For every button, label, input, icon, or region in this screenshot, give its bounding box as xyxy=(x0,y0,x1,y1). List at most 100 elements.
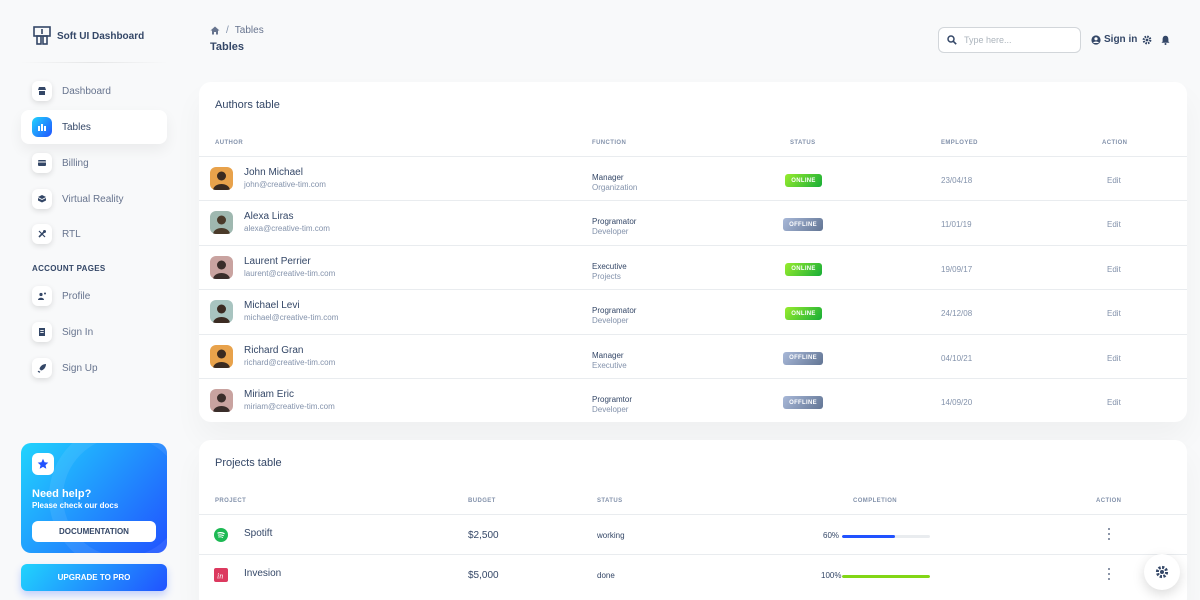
author-name: Richard Gran xyxy=(244,344,304,356)
edit-link[interactable]: Edit xyxy=(1107,398,1121,407)
upgrade-to-pro-button[interactable]: UPGRADE TO PRO xyxy=(21,564,167,591)
sidebar-item-virtual-reality[interactable]: Virtual Reality xyxy=(21,182,167,216)
settings-tools-icon xyxy=(32,224,52,244)
project-status: done xyxy=(597,571,615,580)
sidebar-item-dashboard[interactable]: Dashboard xyxy=(21,74,167,108)
author-name: Miriam Eric xyxy=(244,389,294,400)
sidebar-item-label: Tables xyxy=(62,121,91,133)
breadcrumb-separator: / xyxy=(226,25,229,36)
breadcrumb-current: Tables xyxy=(234,25,264,36)
status-badge: OFFLINE xyxy=(783,351,823,365)
search-input[interactable] xyxy=(964,35,1064,45)
author-function: Programtor xyxy=(592,395,633,404)
project-budget: $5,000 xyxy=(468,570,499,581)
column-header-function: FUNCTION xyxy=(592,140,627,146)
employed-date: 24/12/08 xyxy=(941,309,973,319)
spotify-icon xyxy=(214,528,228,542)
edit-link[interactable]: Edit xyxy=(1107,220,1121,229)
configurator-button[interactable] xyxy=(1144,554,1180,590)
gear-icon[interactable] xyxy=(1142,35,1152,45)
column-header-status: STATUS xyxy=(597,498,623,504)
author-department: Developer xyxy=(592,316,629,326)
author-name: Alexa Liras xyxy=(244,211,294,223)
sidebar-item-label: Dashboard xyxy=(62,85,111,97)
sidebar-item-label: Sign In xyxy=(62,326,94,338)
avatar xyxy=(210,167,233,190)
author-function: Executive xyxy=(592,261,627,271)
completion-bar xyxy=(842,535,930,538)
table-row: Miriam Eric miriam@creative-tim.com Prog… xyxy=(199,378,1187,422)
employed-date: 23/04/18 xyxy=(941,176,973,185)
search-box[interactable] xyxy=(938,27,1081,53)
edit-link[interactable]: Edit xyxy=(1107,309,1121,318)
table-row: Michael Levi michael@creative-tim.com Pr… xyxy=(199,289,1187,333)
home-icon[interactable] xyxy=(210,26,220,35)
avatar xyxy=(210,211,233,235)
sidebar-item-billing[interactable]: Billing xyxy=(21,146,167,180)
authors-table-card: Authors table AUTHOR FUNCTION STATUS EMP… xyxy=(199,82,1187,422)
employed-date: 04/10/21 xyxy=(941,353,973,363)
sidebar-item-label: Billing xyxy=(62,157,89,169)
sidebar-item-label: Virtual Reality xyxy=(62,193,124,205)
table-row: Richard Gran richard@creative-tim.com Ma… xyxy=(199,333,1187,378)
brand[interactable]: Soft UI Dashboard xyxy=(33,26,144,46)
bell-icon[interactable] xyxy=(1161,35,1170,45)
invision-icon: in xyxy=(214,568,228,582)
sidebar-item-sign-up[interactable]: Sign Up xyxy=(21,351,167,385)
search-icon xyxy=(947,35,957,45)
office-icon xyxy=(32,117,52,137)
table-row: John Michael john@creative-tim.com Manag… xyxy=(199,156,1187,200)
sidebar-item-sign-in[interactable]: Sign In xyxy=(21,315,167,349)
employed-date: 11/01/19 xyxy=(941,220,972,230)
sign-in-link[interactable]: Sign in xyxy=(1091,34,1137,45)
sidebar-item-tables[interactable]: Tables xyxy=(21,110,167,144)
completion-bar-fill xyxy=(842,575,930,578)
gear-icon xyxy=(1155,565,1169,579)
edit-link[interactable]: Edit xyxy=(1107,176,1121,185)
author-name: John Michael xyxy=(244,167,303,178)
status-badge: OFFLINE xyxy=(783,218,823,232)
author-department: Projects xyxy=(592,271,621,281)
employed-date: 14/09/20 xyxy=(941,398,973,407)
status-badge: OFFLINE xyxy=(783,396,823,409)
author-email: richard@creative-tim.com xyxy=(244,357,336,367)
completion-bar xyxy=(842,575,930,578)
sidebar-item-profile[interactable]: Profile xyxy=(21,279,167,313)
project-name: Invesion xyxy=(244,568,282,579)
author-department: Developer xyxy=(592,227,629,237)
status-badge: ONLINE xyxy=(785,262,822,276)
customer-support-icon xyxy=(32,286,52,306)
edit-link[interactable]: Edit xyxy=(1107,354,1121,363)
documentation-button[interactable]: DOCUMENTATION xyxy=(32,521,156,542)
brand-logo-icon xyxy=(33,26,51,45)
column-header-author: AUTHOR xyxy=(215,140,244,146)
help-title: Need help? xyxy=(32,488,92,500)
table-row: Spotift $2,500 working 60% xyxy=(199,514,1187,554)
sidebar-item-label: Profile xyxy=(62,290,91,302)
svg-text:in: in xyxy=(217,572,223,581)
column-header-action: ACTION xyxy=(1102,140,1128,146)
document-icon xyxy=(32,322,52,342)
edit-link[interactable]: Edit xyxy=(1107,265,1121,274)
sidebar-item-label: RTL xyxy=(62,228,81,240)
completion-percent: 60% xyxy=(823,531,840,540)
completion-percent: 100% xyxy=(821,571,842,580)
author-email: michael@creative-tim.com xyxy=(244,313,339,323)
more-options-icon[interactable] xyxy=(1106,568,1112,580)
user-circle-icon xyxy=(1091,34,1101,45)
project-budget: $2,500 xyxy=(468,530,499,541)
box-3d-icon xyxy=(32,189,52,209)
shop-icon xyxy=(32,81,52,101)
author-function: Manager xyxy=(592,350,624,360)
brand-divider xyxy=(20,62,168,63)
more-options-icon[interactable] xyxy=(1106,528,1112,540)
status-badge: ONLINE xyxy=(785,307,822,321)
brand-name: Soft UI Dashboard xyxy=(57,30,145,42)
avatar xyxy=(210,255,233,279)
column-header-employed: EMPLOYED xyxy=(941,140,978,146)
author-function: Programator xyxy=(592,217,637,227)
table-row: Laurent Perrier laurent@creative-tim.com… xyxy=(199,244,1187,289)
author-name: Laurent Perrier xyxy=(244,255,311,267)
sidebar-item-rtl[interactable]: RTL xyxy=(21,217,167,251)
sign-in-label: Sign in xyxy=(1104,34,1138,45)
